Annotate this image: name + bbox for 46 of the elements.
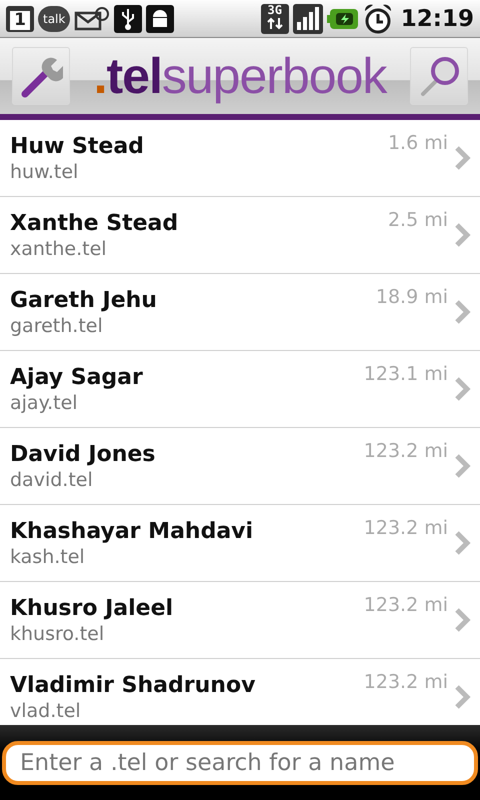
settings-button[interactable] [12, 47, 70, 105]
chevron-icon [452, 684, 472, 710]
contact-distance: 123.2 mi [364, 517, 448, 539]
arrows-icon [264, 16, 285, 30]
chevron-icon [452, 222, 472, 248]
chevron-icon [452, 376, 472, 402]
search-button[interactable] [410, 47, 468, 105]
contact-domain: gareth.tel [10, 314, 104, 336]
contact-domain: ajay.tel [10, 392, 79, 414]
contact-domain: khusro.tel [10, 622, 106, 644]
contact-name: Khashayar Mahdavi [10, 518, 254, 544]
network-indicator: 3G [260, 4, 289, 34]
search-field[interactable]: Enter a .tel or search for a name [2, 740, 478, 784]
chat-icon: talk [38, 6, 70, 32]
chevron-icon [452, 530, 472, 556]
contact-distance: 2.5 mi [388, 209, 448, 231]
contact-distance: 1.6 mi [388, 132, 448, 154]
contact-distance: 123.2 mi [364, 440, 448, 462]
usb-icon [114, 4, 142, 32]
contact-name: Xanthe Stead [10, 210, 180, 236]
chevron-icon [452, 299, 472, 325]
contact-name: Khusro Jaleel [10, 596, 174, 620]
contact-distance: 123.1 mi [364, 363, 448, 385]
chevron-icon [452, 607, 472, 633]
contact-name: David Jones [10, 442, 156, 466]
clock-time: 12:19 [400, 6, 474, 32]
calendar-day: 1 [10, 11, 30, 30]
app-logo: .telsuperbook [94, 47, 386, 105]
alarm-clock-icon [362, 2, 393, 34]
contact-name: Huw Stead [10, 134, 145, 158]
chevron-icon [452, 145, 472, 171]
contact-name: Gareth Jehu [10, 288, 158, 312]
chevron-icon [452, 453, 472, 479]
contact-domain: kash.tel [10, 546, 86, 568]
contact-distance: 123.2 mi [364, 594, 448, 616]
contact-name: Ajay Sagar [10, 364, 144, 390]
contact-domain: david.tel [10, 468, 94, 490]
battery-icon [326, 8, 359, 30]
email-icon [74, 4, 110, 32]
contact-distance: 123.2 mi [364, 671, 448, 693]
signal-icon [292, 4, 323, 34]
contact-domain: xanthe.tel [10, 238, 108, 260]
contact-domain: vlad.tel [10, 700, 82, 722]
contact-name: Vladimir Shadrunov [10, 672, 256, 698]
contact-distance: 18.9 mi [376, 286, 448, 308]
contact-domain: huw.tel [10, 160, 80, 182]
